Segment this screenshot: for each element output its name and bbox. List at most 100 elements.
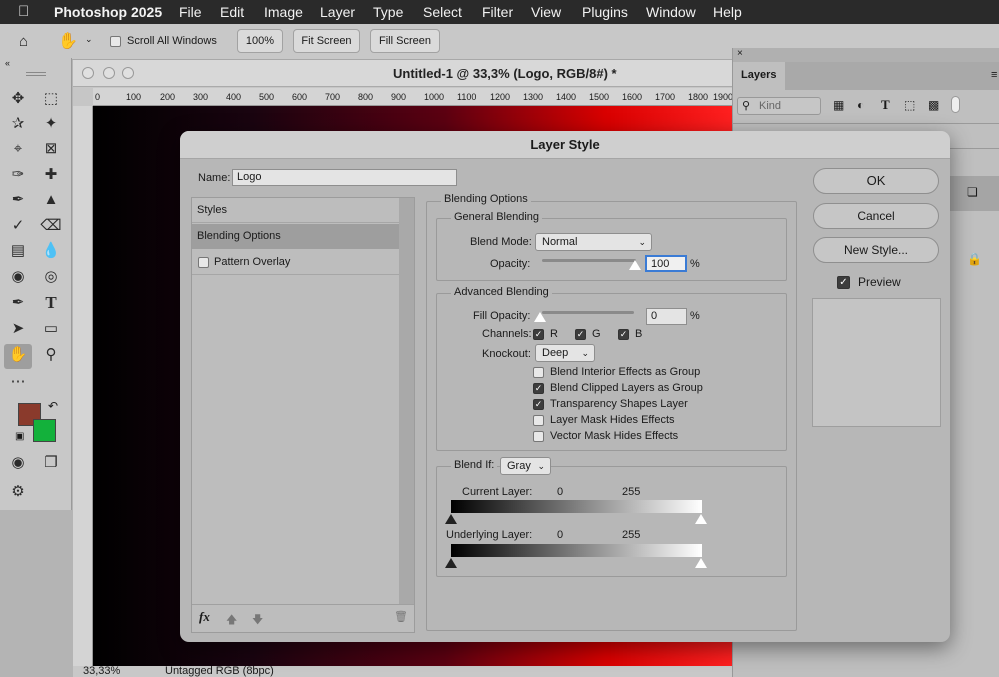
clone-stamp-tool-icon[interactable]: ▲ — [40, 189, 62, 211]
pen-tool-icon[interactable]: ✒ — [7, 292, 29, 314]
history-brush-tool-icon[interactable]: ✓ — [7, 215, 29, 237]
layer-effects-icon[interactable]: ❏ — [967, 185, 978, 199]
current-layer-gradient[interactable] — [451, 500, 702, 513]
current-layer-white-thumb[interactable] — [695, 514, 707, 524]
menu-filter[interactable]: Filter — [482, 4, 513, 20]
filter-adjustment-icon[interactable]: ◐ — [857, 98, 864, 112]
blur-tool-icon[interactable]: 💧 — [40, 240, 62, 262]
menu-file[interactable]: File — [179, 4, 202, 20]
blend-interior-effects-checkbox[interactable] — [533, 367, 544, 378]
marquee-tool-icon[interactable]: ⬚ — [40, 88, 62, 110]
home-icon[interactable]: ⌂ — [19, 33, 28, 50]
healing-brush-tool-icon[interactable]: ✚ — [40, 164, 62, 186]
apple-icon[interactable]:  — [18, 3, 29, 20]
fill-opacity-slider-thumb[interactable] — [534, 312, 546, 322]
move-up-icon[interactable]: 🡅 — [226, 611, 237, 630]
style-item-pattern-overlay[interactable]: Pattern Overlay — [192, 250, 399, 275]
styles-scrollbar[interactable] — [399, 198, 414, 604]
type-tool-icon[interactable]: T — [40, 292, 62, 314]
current-layer-black-thumb[interactable] — [445, 514, 457, 524]
close-window-icon[interactable] — [82, 67, 94, 79]
ok-button[interactable]: OK — [813, 168, 939, 194]
close-panel-icon[interactable]: × — [737, 48, 743, 59]
menu-help[interactable]: Help — [713, 4, 742, 20]
fill-screen-button[interactable]: Fill Screen — [370, 29, 440, 53]
eraser-tool-icon[interactable]: ⌫ — [40, 215, 62, 237]
magic-wand-tool-icon[interactable]: ✦ — [40, 113, 62, 135]
move-tool-icon[interactable]: ✥ — [7, 88, 29, 110]
preview-checkbox[interactable]: ✓ — [837, 276, 850, 289]
more-tools-icon[interactable]: ⋯ — [7, 371, 29, 393]
brush-tool-icon[interactable]: ✒ — [7, 189, 29, 211]
underlying-layer-white-thumb[interactable] — [695, 558, 707, 568]
new-style-button[interactable]: New Style... — [813, 237, 939, 263]
quick-mask-icon[interactable]: ◉ — [7, 452, 29, 474]
tab-layers[interactable]: Layers — [733, 62, 785, 90]
gradient-tool-icon[interactable]: ▤ — [7, 240, 29, 262]
blend-clipped-layers-checkbox[interactable]: ✓ — [533, 383, 544, 394]
channel-g-checkbox[interactable]: ✓ — [575, 329, 586, 340]
menu-image[interactable]: Image — [264, 4, 303, 20]
frame-tool-icon[interactable]: ⊠ — [40, 138, 62, 160]
screen-mode-icon[interactable]: ❐ — [40, 452, 62, 474]
fx-icon[interactable]: fx — [199, 609, 210, 625]
zoom-window-icon[interactable] — [122, 67, 134, 79]
blend-mode-select[interactable]: Normal ⌄ — [535, 233, 652, 251]
opacity-slider-thumb[interactable] — [629, 260, 641, 270]
panel-menu-icon[interactable]: ≡ — [991, 69, 997, 81]
filter-smart-object-icon[interactable]: ▩ — [928, 98, 939, 112]
trash-icon[interactable]: 🗑 — [394, 610, 408, 623]
filter-type-icon[interactable]: T — [881, 97, 890, 113]
status-zoom[interactable]: 33,33% — [83, 666, 120, 677]
underlying-layer-black-thumb[interactable] — [445, 558, 457, 568]
rectangle-tool-icon[interactable]: ▭ — [40, 318, 62, 340]
zoom-100-button[interactable]: 100% — [237, 29, 283, 53]
menu-select[interactable]: Select — [423, 4, 462, 20]
lasso-tool-icon[interactable]: ✰ — [7, 113, 29, 135]
knockout-select[interactable]: Deep ⌄ — [535, 344, 595, 362]
hand-tool-active-icon[interactable]: ✋ — [4, 344, 32, 369]
menu-plugins[interactable]: Plugins — [582, 4, 628, 20]
smudge-tool-icon[interactable]: ◎ — [40, 266, 62, 288]
layer-mask-hides-checkbox[interactable] — [533, 415, 544, 426]
styles-header[interactable]: Styles — [192, 198, 399, 223]
chevron-down-icon[interactable]: ⌄ — [85, 34, 93, 45]
default-colors-icon[interactable]: ▣ — [15, 431, 24, 442]
vector-mask-hides-checkbox[interactable] — [533, 431, 544, 442]
filter-pixel-icon[interactable]: ▦ — [833, 98, 844, 112]
fill-opacity-field[interactable]: 0 — [646, 308, 687, 325]
app-name[interactable]: Photoshop 2025 — [54, 4, 162, 20]
vertical-ruler[interactable] — [73, 106, 93, 666]
toolbox-grip[interactable] — [26, 72, 46, 76]
menu-view[interactable]: View — [531, 4, 561, 20]
channel-b-checkbox[interactable]: ✓ — [618, 329, 629, 340]
layer-name-field[interactable]: Logo — [232, 169, 457, 186]
pattern-overlay-checkbox[interactable] — [198, 257, 209, 268]
channel-r-checkbox[interactable]: ✓ — [533, 329, 544, 340]
filter-shape-icon[interactable]: ⬚ — [904, 98, 915, 112]
hand-tool-icon[interactable]: ✋ — [58, 31, 78, 51]
menu-window[interactable]: Window — [646, 4, 696, 20]
blend-if-select[interactable]: Gray ⌄ — [500, 457, 551, 475]
menu-type[interactable]: Type — [373, 4, 403, 20]
fit-screen-button[interactable]: Fit Screen — [293, 29, 360, 53]
scroll-all-windows-checkbox[interactable] — [110, 36, 121, 47]
minimize-window-icon[interactable] — [103, 67, 115, 79]
cancel-button[interactable]: Cancel — [813, 203, 939, 229]
crop-tool-icon[interactable]: ⌖ — [7, 138, 29, 160]
background-color-swatch[interactable] — [33, 419, 56, 442]
menu-edit[interactable]: Edit — [220, 4, 244, 20]
fill-opacity-slider[interactable] — [542, 311, 634, 314]
zoom-tool-icon[interactable]: ⚲ — [40, 344, 62, 366]
opacity-field[interactable]: 100 — [645, 255, 687, 272]
opacity-slider[interactable] — [542, 259, 636, 262]
path-selection-tool-icon[interactable]: ➤ — [7, 318, 29, 340]
style-item-blending-options[interactable]: Blending Options — [192, 224, 399, 249]
horizontal-ruler[interactable]: 0 100 200 300 400 500 600 700 800 900 10… — [93, 88, 733, 106]
menu-layer[interactable]: Layer — [320, 4, 355, 20]
transparency-shapes-checkbox[interactable]: ✓ — [533, 399, 544, 410]
dodge-tool-icon[interactable]: ◉ — [7, 266, 29, 288]
collapse-toolbox-icon[interactable]: « — [5, 58, 10, 68]
filter-toggle[interactable] — [951, 96, 960, 113]
kind-filter-select[interactable]: ⚲ Kind — [737, 97, 821, 115]
